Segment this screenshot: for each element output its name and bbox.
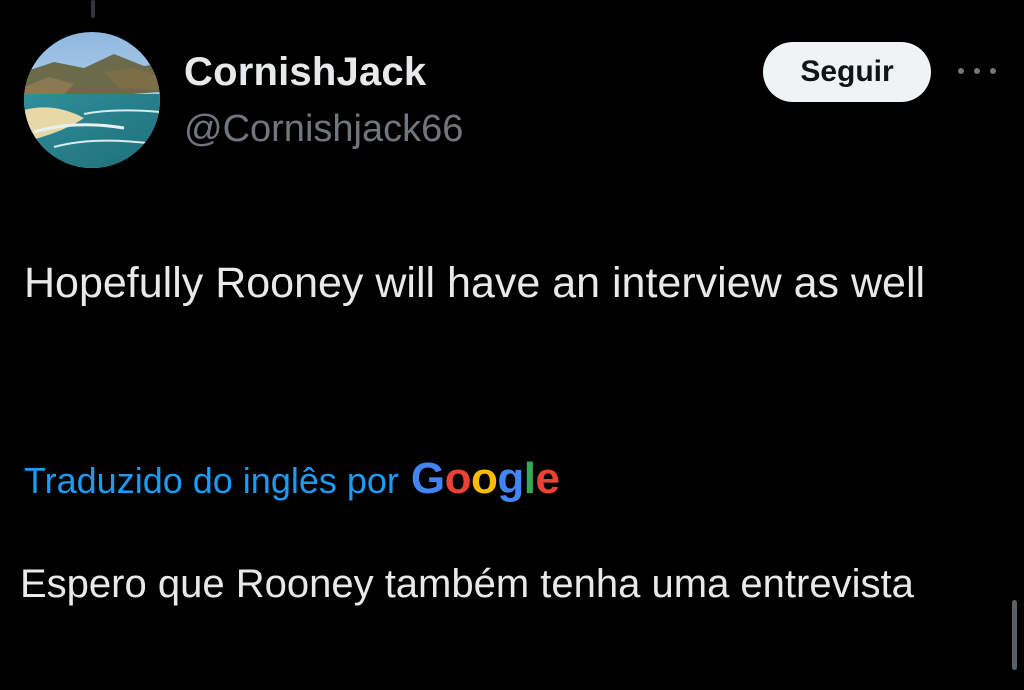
follow-button[interactable]: Seguir bbox=[763, 42, 931, 102]
google-letter: o bbox=[471, 454, 498, 503]
translated-tweet-text: Espero que Rooney também tenha uma entre… bbox=[20, 562, 914, 606]
google-letter: G bbox=[410, 454, 445, 503]
ellipsis-icon[interactable] bbox=[958, 64, 996, 78]
scrollbar[interactable] bbox=[1012, 600, 1017, 670]
google-letter: o bbox=[444, 454, 472, 503]
translation-attribution[interactable]: Traduzido do inglês por Google bbox=[24, 454, 560, 504]
tweet-text: Hopefully Rooney will have an interview … bbox=[24, 259, 926, 307]
google-letter: l bbox=[523, 454, 536, 503]
author-display-name[interactable]: CornishJack bbox=[184, 50, 426, 95]
google-logo: Google bbox=[411, 454, 560, 504]
translation-attribution-label: Traduzido do inglês por bbox=[24, 460, 399, 501]
avatar[interactable] bbox=[24, 32, 160, 168]
author-handle[interactable]: @Cornishjack66 bbox=[184, 108, 463, 151]
google-letter: e bbox=[535, 454, 560, 503]
thread-connector-line bbox=[91, 0, 95, 18]
google-letter: g bbox=[497, 454, 524, 503]
beach-landscape-icon bbox=[24, 32, 160, 168]
